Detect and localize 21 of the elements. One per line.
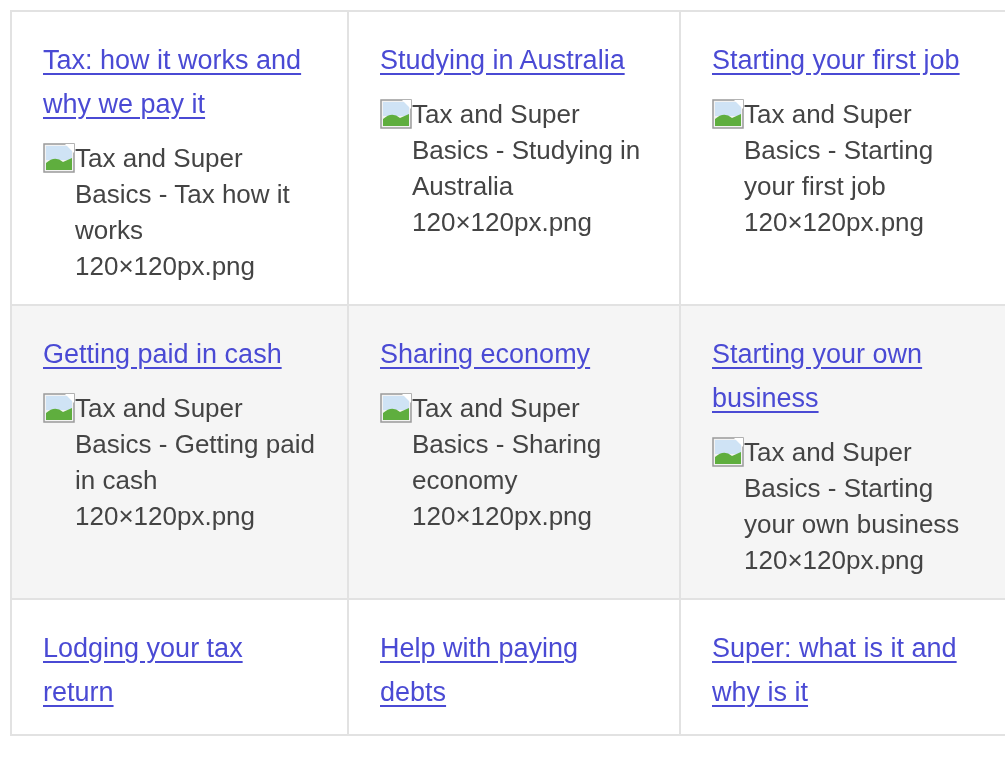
image-alt-text: Tax and Super Basics - Getting paid in cash 120×120px.png: [75, 392, 316, 533]
image-alt-text: Tax and Super Basics - Starting your first job 120×120px.png: [744, 98, 935, 239]
topic-link[interactable]: Tax: how it works and why we pay it: [43, 38, 317, 126]
broken-image-icon: [712, 99, 744, 129]
broken-image-icon: [712, 437, 744, 467]
broken-image-icon: [43, 143, 75, 173]
broken-image-icon: [380, 393, 412, 423]
topic-link[interactable]: Sharing economy: [380, 332, 649, 376]
image-alt-text: Tax and Super Basics - Sharing economy 120×120px.png: [412, 392, 603, 533]
broken-image-icon: [43, 393, 75, 423]
topic-link[interactable]: Lodging your tax return: [43, 626, 317, 714]
topic-link[interactable]: Help with paying debts: [380, 626, 649, 714]
topic-link[interactable]: Getting paid in cash: [43, 332, 317, 376]
topic-link[interactable]: Starting your own business: [712, 332, 990, 420]
image-alt-text: Tax and Super Basics - Starting your own business 120×120px.png: [744, 436, 961, 577]
broken-image-icon: [380, 99, 412, 129]
topic-link[interactable]: Super: what is it and why is it: [712, 626, 990, 714]
topic-link[interactable]: Starting your first job: [712, 38, 990, 82]
topic-link[interactable]: Studying in Australia: [380, 38, 649, 82]
image-alt-text: Tax and Super Basics - Studying in Australia 120×120px.png: [412, 98, 642, 239]
image-alt-text: Tax and Super Basics - Tax how it works 120×120px.png: [75, 142, 291, 283]
